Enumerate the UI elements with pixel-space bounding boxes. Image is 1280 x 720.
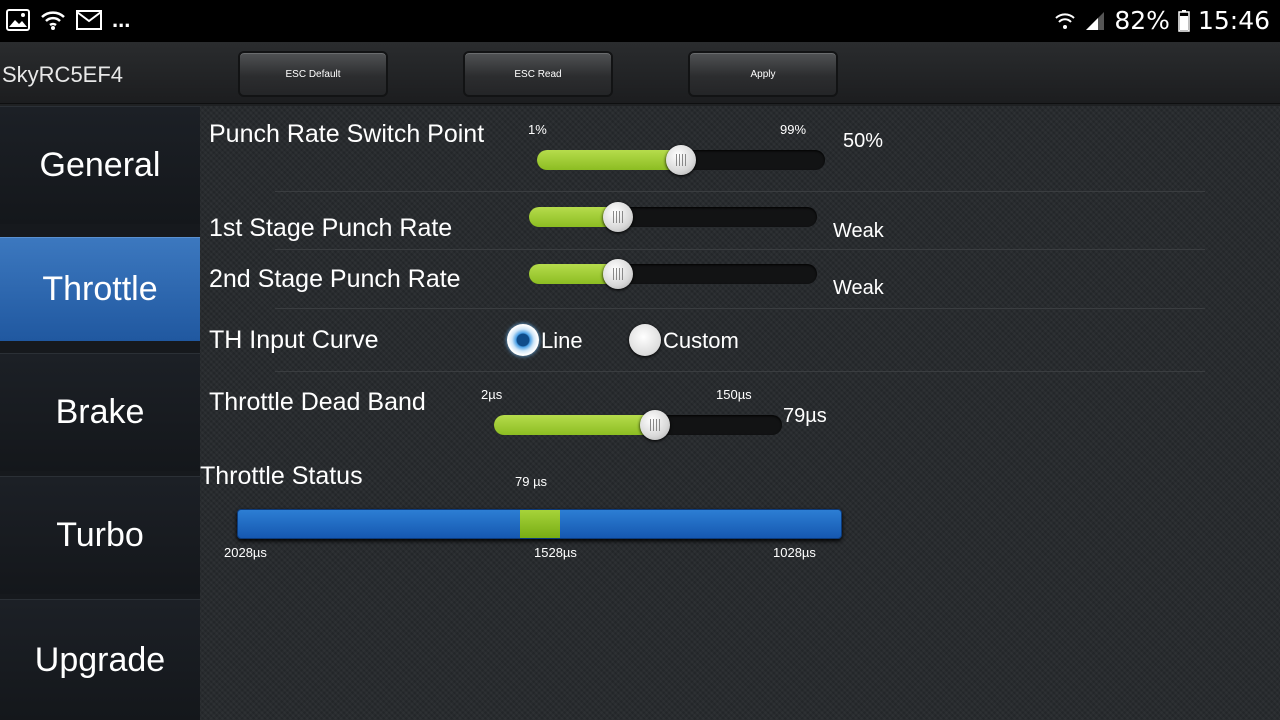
stage2-punch-rate-slider[interactable] — [529, 259, 817, 289]
wifi-icon — [41, 11, 65, 30]
stage2-punch-rate-value: Weak — [833, 277, 884, 299]
more-notifications: ... — [112, 7, 131, 32]
esc-read-button[interactable]: ESC Read — [463, 51, 613, 97]
sidebar-item-throttle[interactable]: Throttle — [0, 237, 200, 341]
slider-thumb[interactable] — [603, 259, 633, 289]
signal-icon — [1086, 11, 1105, 30]
mail-icon — [76, 10, 102, 30]
sidebar-item-label: Upgrade — [34, 640, 166, 679]
divider — [275, 249, 1205, 250]
system-status: 82% 15:46 — [1054, 6, 1270, 35]
status-scale-mid: 1528µs — [534, 545, 577, 560]
throttle-status-marker-value: 79 µs — [515, 474, 548, 489]
apply-button[interactable]: Apply — [688, 51, 838, 97]
sidebar-item-general[interactable]: General — [0, 106, 200, 224]
punch-rate-switch-point-slider[interactable] — [537, 145, 825, 175]
sidebar-item-label: Throttle — [42, 270, 158, 308]
dead-band-min-label: 2µs — [481, 387, 503, 402]
sidebar-item-label: General — [39, 146, 161, 184]
battery-icon — [1178, 9, 1190, 32]
notification-icons: ... — [6, 9, 130, 31]
clock: 15:46 — [1197, 6, 1270, 35]
throttle-status-label: Throttle Status — [200, 462, 363, 490]
sidebar-item-brake[interactable]: Brake — [0, 353, 200, 471]
punch-switch-min-label: 1% — [528, 122, 547, 137]
radio-line-label[interactable]: Line — [541, 328, 583, 354]
divider — [275, 308, 1205, 309]
wifi-status-icon — [1055, 12, 1076, 29]
device-name: SkyRC5EF4 — [2, 62, 124, 87]
slider-thumb[interactable] — [640, 410, 670, 440]
stage1-punch-rate-value: Weak — [833, 220, 884, 242]
app-toolbar: SkyRC5EF4 ESC Default ESC Read Apply — [0, 42, 1280, 104]
throttle-status-bar — [237, 509, 842, 539]
punch-switch-max-label: 99% — [780, 122, 807, 137]
sidebar-nav: General Throttle Brake Turbo Upgrade — [0, 106, 200, 720]
radio-custom-label[interactable]: Custom — [663, 328, 739, 354]
throttle-dead-band-label: Throttle Dead Band — [209, 388, 426, 416]
status-scale-left: 2028µs — [224, 545, 267, 560]
esc-default-button[interactable]: ESC Default — [238, 51, 388, 97]
throttle-dead-band-slider[interactable] — [494, 410, 782, 440]
sidebar-item-turbo[interactable]: Turbo — [0, 476, 200, 594]
stage1-punch-rate-slider[interactable] — [529, 202, 817, 232]
th-input-curve-label: TH Input Curve — [209, 326, 379, 354]
radio-line[interactable] — [507, 324, 539, 356]
sidebar-item-label: Turbo — [56, 516, 144, 554]
stage1-punch-rate-label: 1st Stage Punch Rate — [209, 214, 453, 242]
punch-rate-switch-point-label: Punch Rate Switch Point — [209, 120, 485, 148]
slider-thumb[interactable] — [603, 202, 633, 232]
radio-custom[interactable] — [629, 324, 661, 356]
gallery-icon — [6, 9, 30, 31]
android-status-bar: ... 82% 15:46 — [0, 0, 1280, 42]
divider — [275, 371, 1205, 372]
battery-percent: 82% — [1114, 6, 1170, 35]
sidebar-item-label: Brake — [55, 393, 145, 431]
throttle-settings-panel: Punch Rate Switch Point 1% 99% 50% 1st S… — [200, 106, 1280, 720]
throttle-position-marker — [520, 510, 560, 538]
dead-band-max-label: 150µs — [716, 387, 752, 402]
slider-thumb[interactable] — [666, 145, 696, 175]
sidebar-item-upgrade[interactable]: Upgrade — [0, 599, 200, 720]
dead-band-value: 79µs — [783, 405, 827, 427]
punch-switch-value: 50% — [843, 130, 884, 152]
stage2-punch-rate-label: 2nd Stage Punch Rate — [209, 265, 461, 293]
divider — [275, 191, 1205, 192]
status-scale-right: 1028µs — [773, 545, 816, 560]
